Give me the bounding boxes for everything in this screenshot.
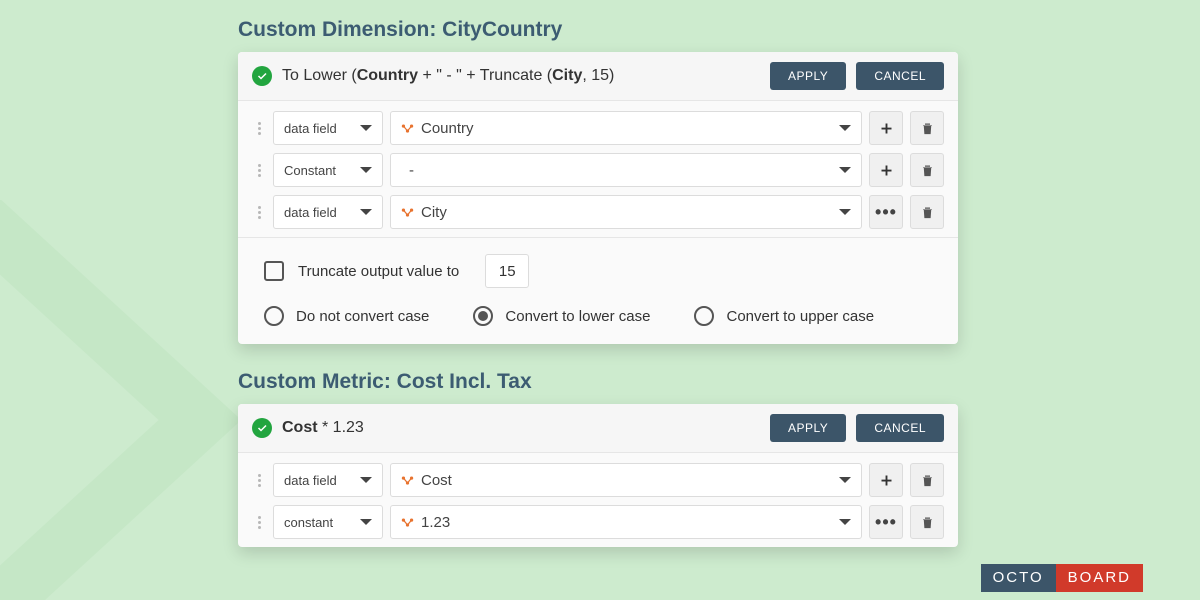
more-options-button[interactable]: ••• — [869, 195, 903, 229]
type-label: data field — [284, 121, 337, 136]
radio-lower[interactable]: Convert to lower case — [473, 306, 650, 326]
type-select[interactable]: data field — [273, 111, 383, 145]
add-row-button[interactable] — [869, 153, 903, 187]
drag-handle-icon[interactable] — [252, 111, 266, 145]
datasource-icon — [401, 516, 414, 529]
check-icon — [252, 418, 272, 438]
value-label: City — [421, 204, 447, 221]
trash-icon — [920, 163, 935, 178]
type-label: data field — [284, 473, 337, 488]
value-select[interactable]: City — [390, 195, 862, 229]
apply-button[interactable]: APPLY — [770, 414, 846, 442]
chevron-down-icon — [839, 477, 851, 483]
drag-handle-icon[interactable] — [252, 195, 266, 229]
apply-button[interactable]: APPLY — [770, 62, 846, 90]
dimension-header: To Lower (Country + " - " + Truncate (Ci… — [238, 52, 958, 101]
dimension-card: To Lower (Country + " - " + Truncate (Ci… — [238, 52, 958, 344]
logo: OCTO BOARD — [981, 564, 1143, 592]
metric-formula: Cost * 1.23 — [282, 419, 760, 437]
logo-left: OCTO — [981, 564, 1056, 592]
type-select[interactable]: Constant — [273, 153, 383, 187]
dimension-title: Custom Dimension: CityCountry — [238, 18, 958, 42]
type-label: data field — [284, 205, 337, 220]
chevron-down-icon — [360, 477, 372, 483]
chevron-down-icon — [839, 125, 851, 131]
plus-icon — [879, 121, 894, 136]
case-radio-group: Do not convert case Convert to lower cas… — [264, 306, 932, 326]
value-label: 1.23 — [421, 514, 450, 531]
chevron-down-icon — [360, 125, 372, 131]
delete-row-button[interactable] — [910, 195, 944, 229]
trash-icon — [920, 205, 935, 220]
value-label: Cost — [421, 472, 452, 489]
metric-title: Custom Metric: Cost Incl. Tax — [238, 370, 958, 394]
truncate-label: Truncate output value to — [298, 263, 459, 280]
delete-row-button[interactable] — [910, 463, 944, 497]
delete-row-button[interactable] — [910, 505, 944, 539]
value-select[interactable]: Country — [390, 111, 862, 145]
chevron-down-icon — [360, 519, 372, 525]
formula-row: data field Cost — [252, 463, 944, 497]
formula-row: data field City ••• — [252, 195, 944, 229]
plus-icon — [879, 473, 894, 488]
delete-row-button[interactable] — [910, 153, 944, 187]
trash-icon — [920, 515, 935, 530]
cancel-button[interactable]: CANCEL — [856, 62, 944, 90]
metric-header: Cost * 1.23 APPLY CANCEL — [238, 404, 958, 453]
value-select[interactable]: 1.23 — [390, 505, 862, 539]
add-row-button[interactable] — [869, 463, 903, 497]
delete-row-button[interactable] — [910, 111, 944, 145]
radio-icon — [264, 306, 284, 326]
formula-row: Constant - — [252, 153, 944, 187]
drag-handle-icon[interactable] — [252, 153, 266, 187]
trash-icon — [920, 473, 935, 488]
chevron-down-icon — [360, 167, 372, 173]
dimension-formula: To Lower (Country + " - " + Truncate (Ci… — [282, 67, 760, 85]
chevron-down-icon — [839, 167, 851, 173]
chevron-down-icon — [839, 519, 851, 525]
chevron-down-icon — [360, 209, 372, 215]
radio-label: Convert to upper case — [726, 308, 874, 325]
truncate-checkbox[interactable] — [264, 261, 284, 281]
formula-row: data field Country — [252, 111, 944, 145]
type-select[interactable]: data field — [273, 195, 383, 229]
type-label: constant — [284, 515, 333, 530]
truncate-row: Truncate output value to — [264, 254, 932, 288]
datasource-icon — [401, 122, 414, 135]
radio-icon — [694, 306, 714, 326]
type-select[interactable]: constant — [273, 505, 383, 539]
drag-handle-icon[interactable] — [252, 463, 266, 497]
radio-no-convert[interactable]: Do not convert case — [264, 306, 429, 326]
output-settings: Truncate output value to Do not convert … — [238, 238, 958, 344]
plus-icon — [879, 163, 894, 178]
radio-upper[interactable]: Convert to upper case — [694, 306, 874, 326]
metric-rows: data field Cost — [238, 453, 958, 547]
radio-icon — [473, 306, 493, 326]
metric-card: Cost * 1.23 APPLY CANCEL data field Cost — [238, 404, 958, 547]
cancel-button[interactable]: CANCEL — [856, 414, 944, 442]
add-row-button[interactable] — [869, 111, 903, 145]
value-select[interactable]: - — [390, 153, 862, 187]
truncate-input[interactable] — [485, 254, 529, 288]
value-label: Country — [421, 120, 474, 137]
radio-label: Convert to lower case — [505, 308, 650, 325]
formula-row: constant 1.23 ••• — [252, 505, 944, 539]
drag-handle-icon[interactable] — [252, 505, 266, 539]
trash-icon — [920, 121, 935, 136]
type-select[interactable]: data field — [273, 463, 383, 497]
datasource-icon — [401, 474, 414, 487]
value-label: - — [401, 162, 414, 179]
datasource-icon — [401, 206, 414, 219]
check-icon — [252, 66, 272, 86]
dimension-rows: data field Country — [238, 101, 958, 238]
radio-label: Do not convert case — [296, 308, 429, 325]
value-select[interactable]: Cost — [390, 463, 862, 497]
more-options-button[interactable]: ••• — [869, 505, 903, 539]
type-label: Constant — [284, 163, 336, 178]
logo-right: BOARD — [1056, 564, 1143, 592]
chevron-down-icon — [839, 209, 851, 215]
